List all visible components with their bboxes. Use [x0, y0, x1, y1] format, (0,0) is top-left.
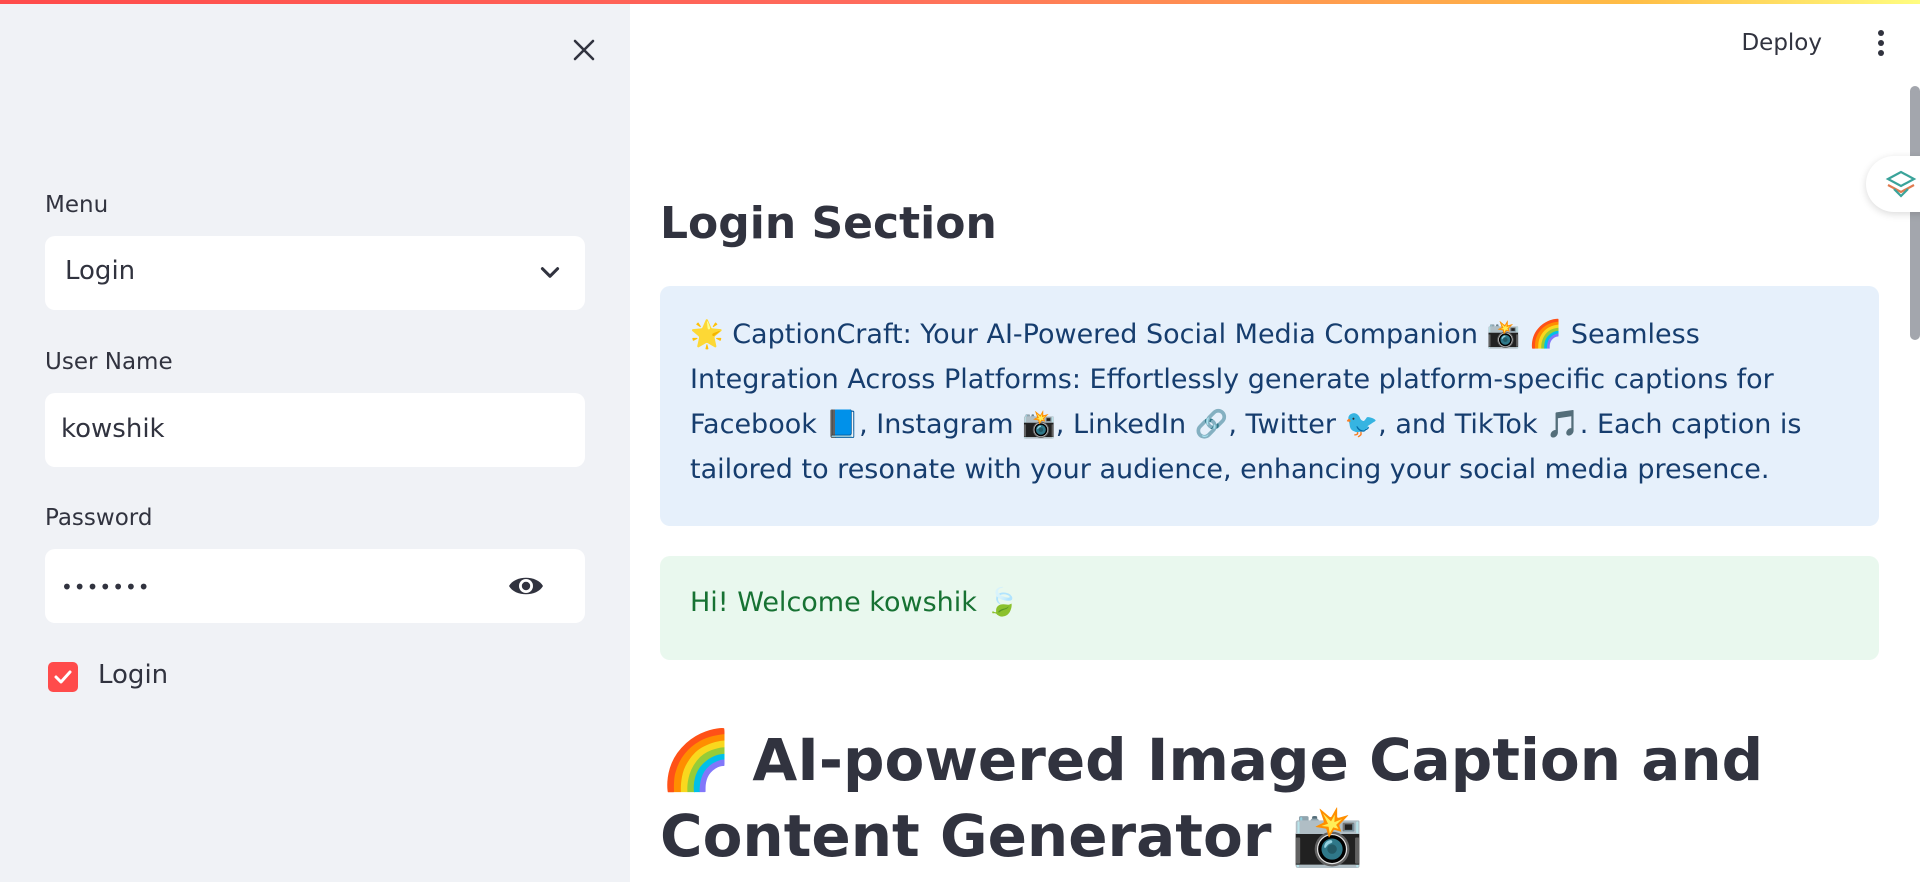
password-input-value: ••••••• — [61, 575, 151, 599]
sidebar: Menu Login User Name kowshik Password ••… — [0, 0, 630, 882]
more-vert-icon[interactable] — [1876, 30, 1886, 60]
main-content: Deploy Login Section 🌟 CaptionCraft: You… — [630, 0, 1920, 882]
menu-select[interactable]: Login — [45, 236, 585, 310]
success-alert: Hi! Welcome kowshik 🍃 — [660, 556, 1879, 660]
menu-label: Menu — [45, 192, 109, 218]
eye-icon[interactable] — [507, 572, 545, 600]
page-title: Login Section — [660, 198, 997, 249]
info-alert: 🌟 CaptionCraft: Your AI-Powered Social M… — [660, 286, 1879, 526]
menu-select-value: Login — [65, 256, 136, 286]
login-checkbox-label[interactable]: Login — [98, 660, 168, 690]
username-label: User Name — [45, 349, 173, 375]
info-alert-text: 🌟 CaptionCraft: Your AI-Powered Social M… — [690, 319, 1802, 485]
deploy-button[interactable]: Deploy — [1741, 30, 1822, 56]
scrollbar[interactable] — [1910, 86, 1920, 340]
password-label: Password — [45, 505, 153, 531]
close-icon — [573, 39, 595, 61]
layers-icon — [1885, 170, 1917, 198]
header-decoration-bar — [0, 0, 1920, 4]
username-input-value: kowshik — [61, 414, 165, 444]
main-heading: 🌈 AI-powered Image Caption and Content G… — [660, 726, 1764, 870]
chevron-down-icon — [540, 267, 560, 278]
username-input[interactable]: kowshik — [45, 393, 585, 467]
success-alert-text: Hi! Welcome kowshik 🍃 — [690, 587, 1020, 618]
close-sidebar-button[interactable] — [566, 32, 602, 68]
login-checkbox[interactable] — [48, 662, 78, 692]
floating-widget-button[interactable] — [1866, 156, 1920, 212]
password-input[interactable]: ••••••• — [45, 549, 585, 623]
check-icon — [54, 670, 72, 684]
